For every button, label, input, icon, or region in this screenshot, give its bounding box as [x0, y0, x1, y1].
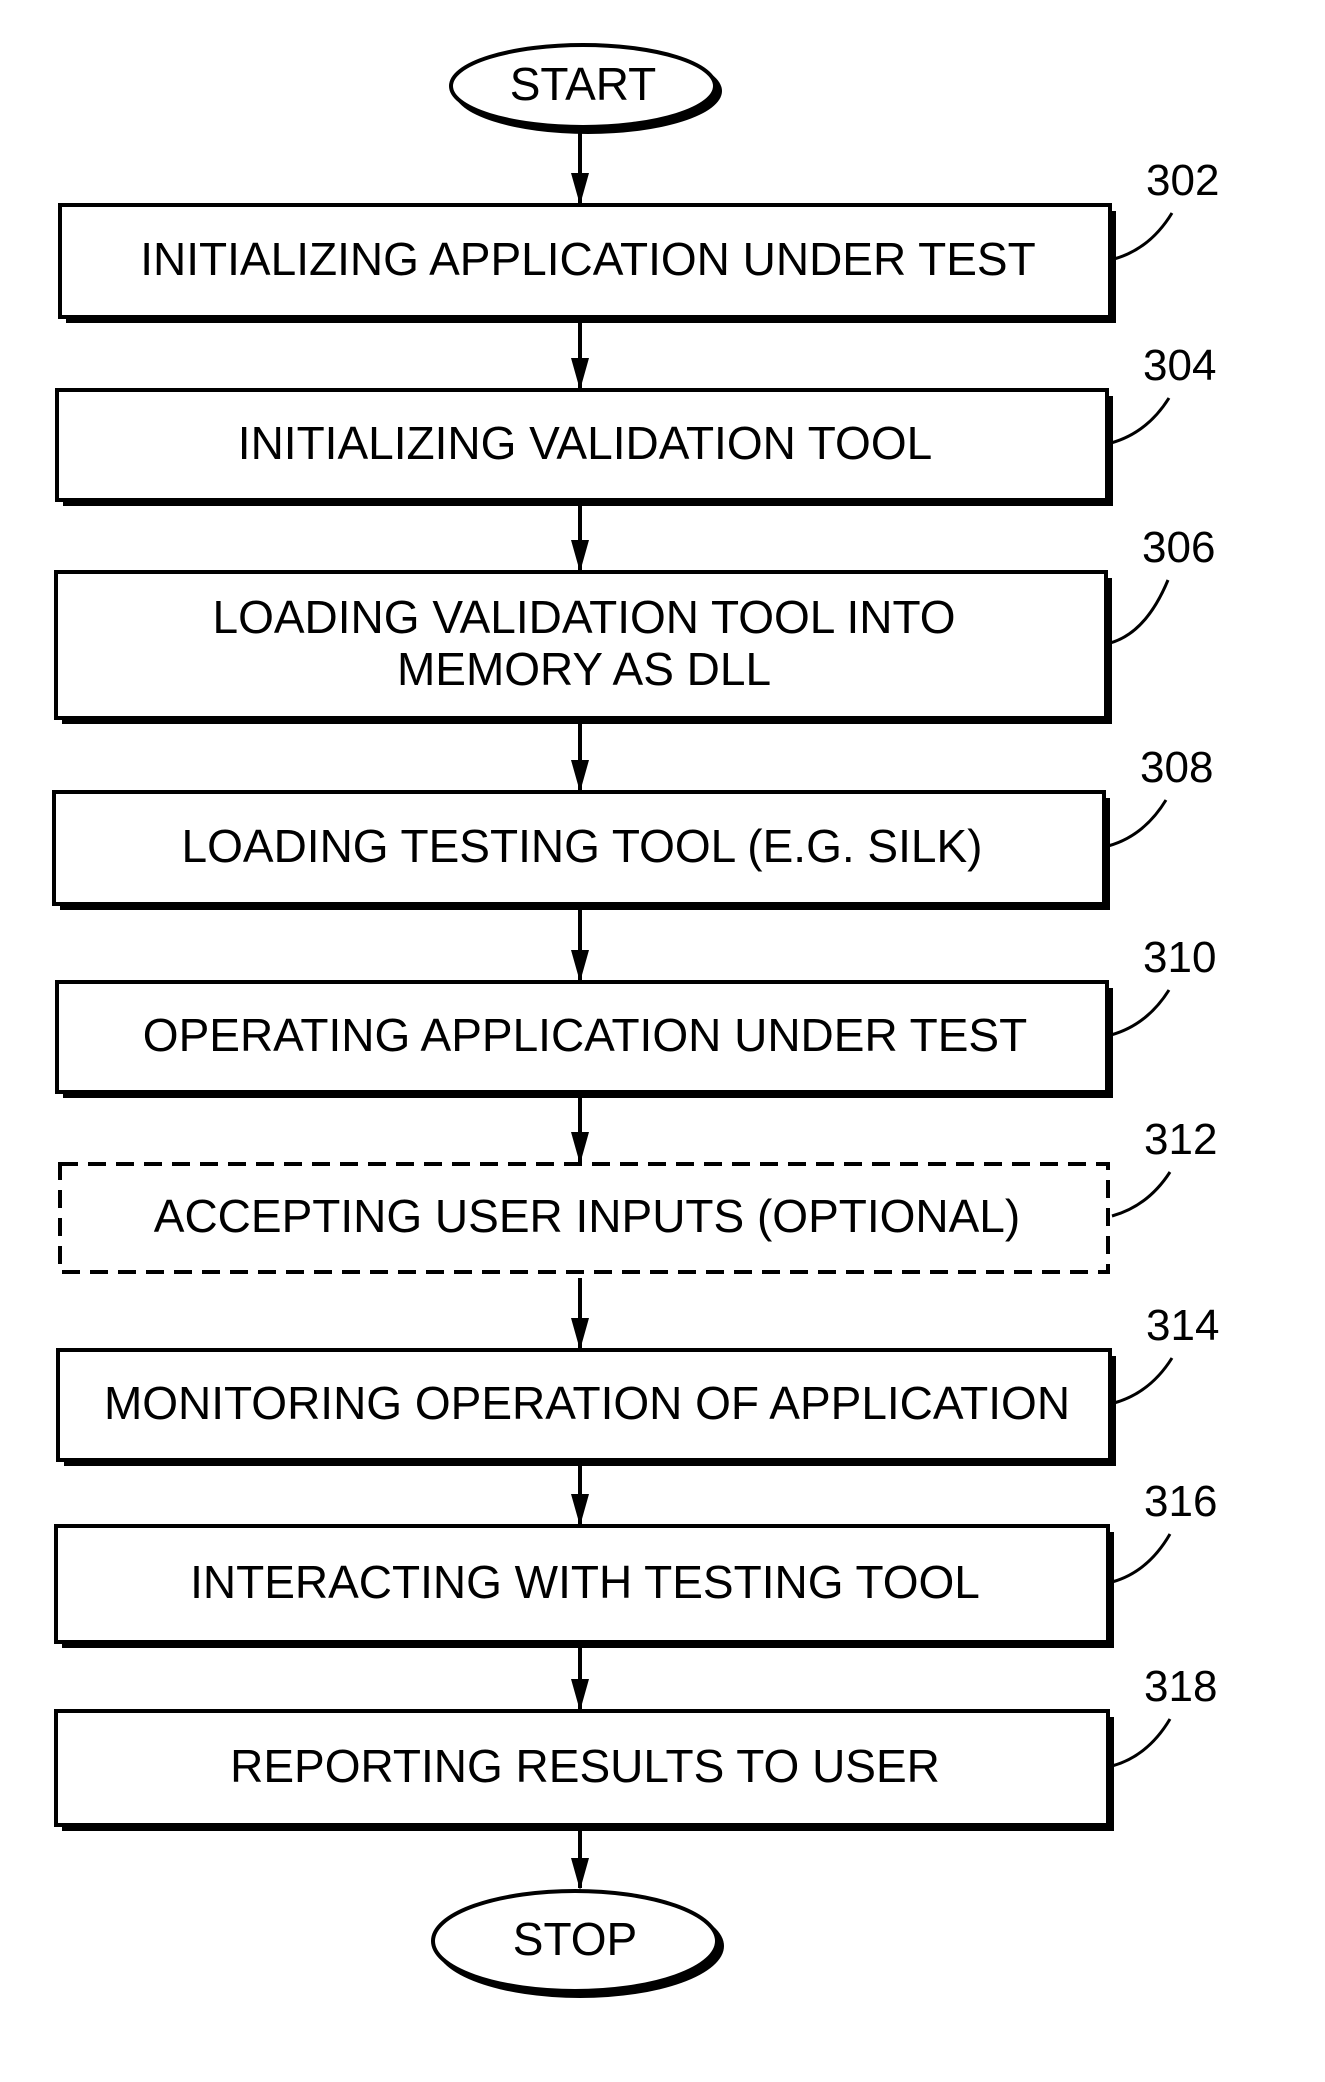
- step-310: OPERATING APPLICATION UNDER TEST 310: [55, 933, 1216, 1098]
- leader-line: [1111, 1171, 1172, 1218]
- flow-arrow: [571, 724, 589, 792]
- leader-line: [1110, 989, 1171, 1037]
- step-label: INITIALIZING APPLICATION UNDER TEST: [140, 233, 1035, 285]
- step-306: LOADING VALIDATION TOOL INTOMEMORY AS DL…: [54, 523, 1215, 724]
- step-label: MONITORING OPERATION OF APPLICATION: [104, 1377, 1070, 1429]
- arrow-head-icon: [571, 173, 589, 205]
- flow-arrow: [571, 506, 589, 572]
- reference-numeral: 306: [1142, 523, 1215, 572]
- step-label: LOADING TESTING TOOL (E.G. SILK): [182, 820, 983, 872]
- step-label: OPERATING APPLICATION UNDER TEST: [143, 1009, 1027, 1061]
- step-label: INTERACTING WITH TESTING TOOL: [190, 1556, 980, 1608]
- step-label: REPORTING RESULTS TO USER: [230, 1740, 940, 1792]
- flow-arrow: [571, 1098, 589, 1164]
- flow-arrow: [571, 132, 589, 205]
- flow-arrow: [571, 1466, 589, 1526]
- step-304: INITIALIZING VALIDATION TOOL 304: [55, 341, 1216, 506]
- step-318: REPORTING RESULTS TO USER 318: [54, 1662, 1217, 1831]
- reference-numeral: 310: [1143, 933, 1216, 982]
- leader-line: [1111, 1718, 1172, 1768]
- flow-arrow: [571, 1648, 589, 1711]
- arrow-head-icon: [571, 540, 589, 572]
- step-label: LOADING VALIDATION TOOL INTO: [213, 591, 956, 643]
- arrow-head-icon: [571, 760, 589, 792]
- step-308: LOADING TESTING TOOL (E.G. SILK) 308: [52, 743, 1213, 910]
- flow-arrow: [571, 1831, 589, 1890]
- step-314: MONITORING OPERATION OF APPLICATION 314: [56, 1301, 1219, 1466]
- stop-terminal: STOP: [431, 1889, 724, 1998]
- leader-line: [1107, 799, 1168, 848]
- reference-numeral: 302: [1146, 156, 1219, 205]
- leader-line: [1110, 397, 1171, 445]
- leader-line: [1113, 1357, 1174, 1405]
- leader-line: [1113, 212, 1174, 261]
- reference-numeral: 312: [1144, 1115, 1217, 1164]
- arrow-head-icon: [571, 1132, 589, 1164]
- reference-numeral: 304: [1143, 341, 1216, 390]
- arrow-head-icon: [571, 1679, 589, 1711]
- start-label: START: [510, 58, 657, 110]
- flow-arrow: [571, 323, 589, 390]
- step-label: INITIALIZING VALIDATION TOOL: [238, 417, 932, 469]
- arrow-head-icon: [571, 1494, 589, 1526]
- start-terminal: START: [449, 43, 722, 134]
- step-316: INTERACTING WITH TESTING TOOL 316: [54, 1477, 1217, 1648]
- reference-numeral: 314: [1146, 1301, 1219, 1350]
- stop-label: STOP: [513, 1913, 637, 1965]
- leader-line: [1111, 1533, 1172, 1584]
- step-302: INITIALIZING APPLICATION UNDER TEST 302: [58, 156, 1219, 323]
- step-label: MEMORY AS DLL: [397, 643, 771, 695]
- flow-arrow: [571, 1278, 589, 1350]
- arrow-head-icon: [571, 950, 589, 982]
- step-312: ACCEPTING USER INPUTS (OPTIONAL) 312: [58, 1115, 1217, 1274]
- flowchart: START INITIALIZING APPLICATION UNDER TES…: [52, 43, 1219, 1998]
- reference-numeral: 318: [1144, 1662, 1217, 1711]
- reference-numeral: 308: [1140, 743, 1213, 792]
- reference-numeral: 316: [1144, 1477, 1217, 1526]
- flow-arrow: [571, 910, 589, 982]
- arrow-head-icon: [571, 1318, 589, 1350]
- arrow-head-icon: [571, 1858, 589, 1890]
- arrow-head-icon: [571, 358, 589, 390]
- leader-line: [1109, 579, 1170, 645]
- step-label: ACCEPTING USER INPUTS (OPTIONAL): [154, 1190, 1020, 1242]
